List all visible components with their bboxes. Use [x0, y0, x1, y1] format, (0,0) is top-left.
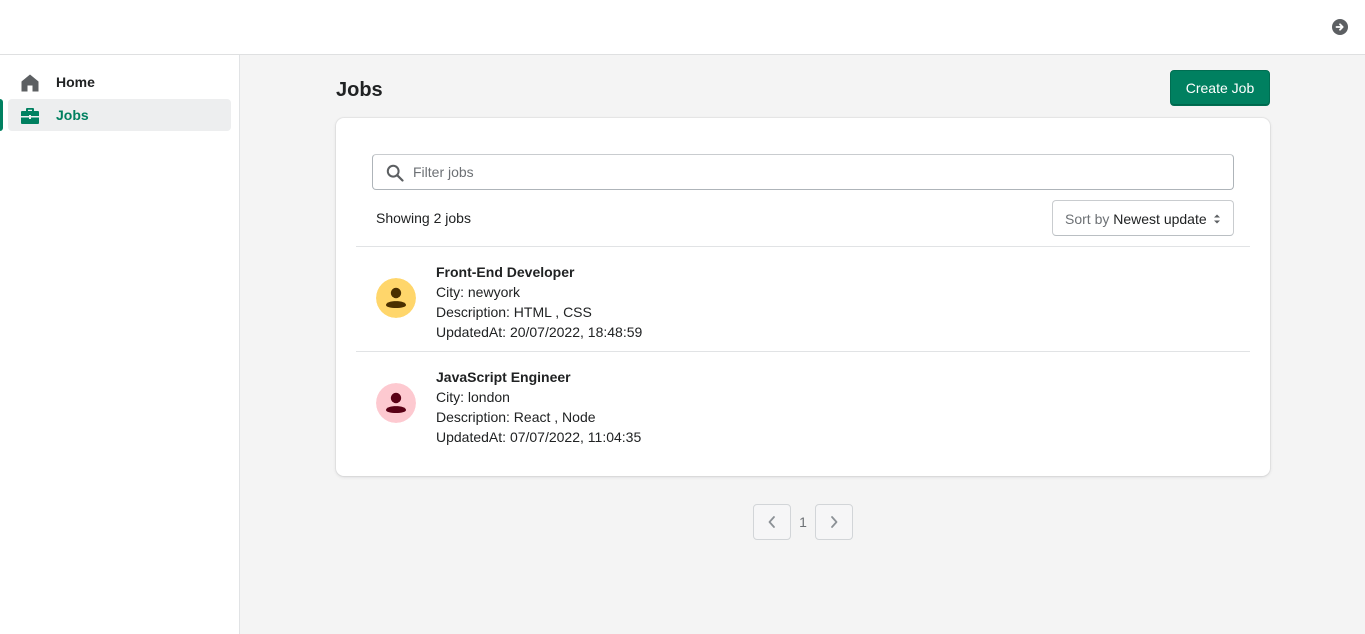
job-city: City: london: [436, 389, 510, 405]
next-page-button[interactable]: [815, 504, 853, 540]
briefcase-icon: [21, 108, 39, 124]
sort-value: Newest update: [1113, 211, 1207, 227]
job-updated-at: UpdatedAt: 07/07/2022, 11:04:35: [436, 429, 642, 445]
filter-input[interactable]: [413, 155, 1223, 189]
job-title: Front-End Developer: [436, 264, 575, 280]
avatar-icon: [376, 278, 416, 318]
job-description: Description: HTML , CSS: [436, 304, 592, 320]
avatar-icon: [376, 383, 416, 423]
logout-button[interactable]: [1332, 19, 1348, 35]
results-count: Showing 2 jobs: [376, 210, 471, 226]
job-description: Description: React , Node: [436, 409, 596, 425]
arrow-right-circle-icon: [1335, 23, 1344, 31]
previous-page-button[interactable]: [753, 504, 791, 540]
sidebar-item-label: Jobs: [56, 107, 89, 123]
active-indicator: [0, 99, 3, 131]
job-city: City: newyork: [436, 284, 521, 300]
select-caret-icon: [1214, 214, 1220, 224]
sort-label: Sort by: [1065, 211, 1110, 227]
job-updated-at: UpdatedAt: 20/07/2022, 18:48:59: [436, 324, 643, 340]
filter-field[interactable]: [372, 154, 1234, 190]
sort-select[interactable]: Sort by Newest update: [1052, 200, 1234, 236]
job-title: JavaScript Engineer: [436, 369, 571, 385]
sidebar: Home Jobs: [0, 55, 240, 634]
current-page-number: 1: [799, 514, 807, 530]
page-title: Jobs: [336, 79, 383, 101]
create-job-button[interactable]: Create Job: [1170, 70, 1270, 106]
job-list-item[interactable]: Front-End Developer City: newyork Descri…: [356, 247, 1250, 351]
home-icon: [21, 74, 39, 92]
job-list-item[interactable]: JavaScript Engineer City: london Descrip…: [356, 352, 1250, 456]
sidebar-item-jobs[interactable]: Jobs: [8, 99, 231, 131]
jobs-card: Showing 2 jobs Sort by Newest update Fro…: [336, 118, 1270, 476]
top-bar: [0, 0, 1365, 55]
sidebar-item-home[interactable]: Home: [8, 66, 231, 98]
chevron-left-icon: [768, 516, 775, 528]
sidebar-item-label: Home: [56, 74, 95, 90]
chevron-right-icon: [831, 516, 838, 528]
search-icon: [386, 164, 404, 182]
